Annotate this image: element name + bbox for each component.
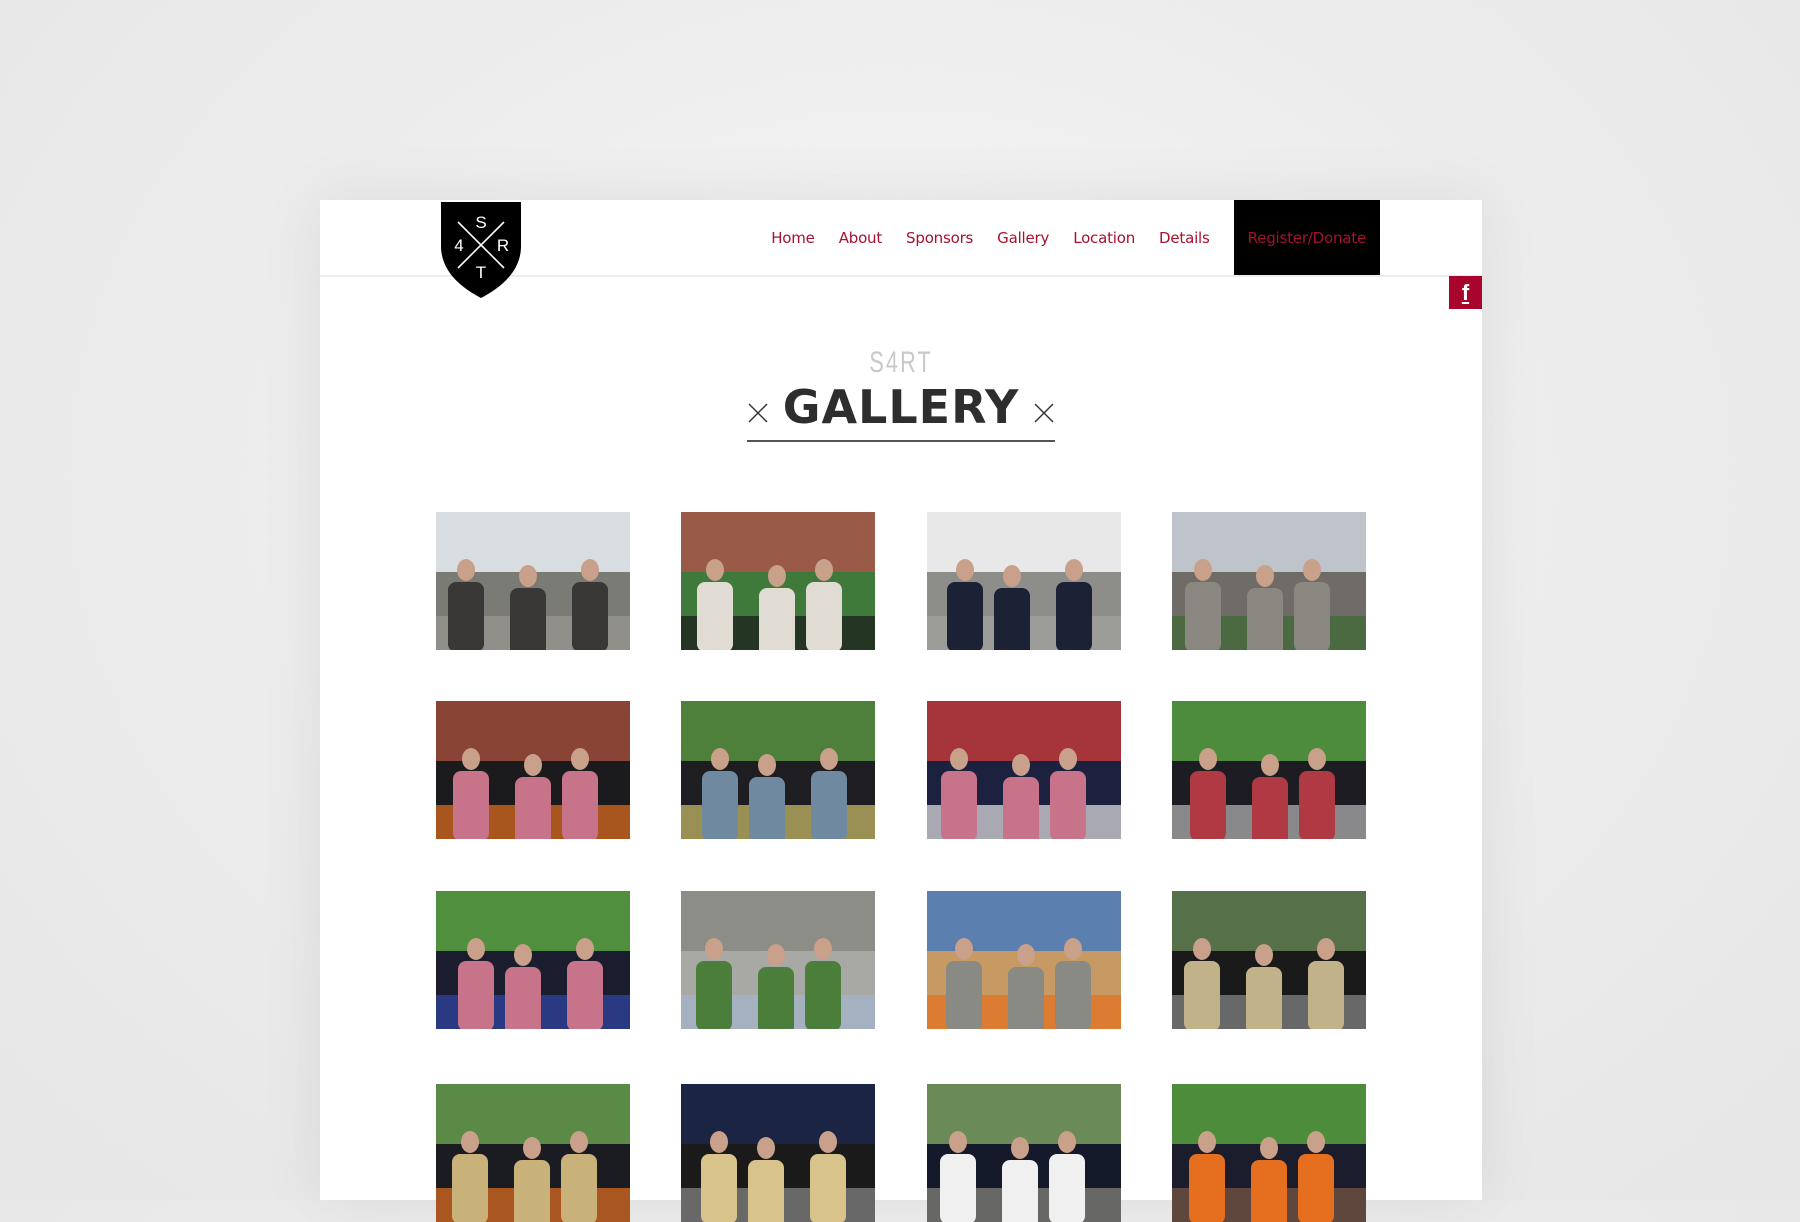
logo-letter-left: 4 — [454, 236, 463, 255]
cross-x-icon — [1034, 403, 1054, 423]
photo-image — [436, 891, 630, 1029]
facebook-button[interactable]: f — [1449, 276, 1482, 309]
site-header: S 4 R T Home About Sponsors Gallery Loca… — [320, 200, 1482, 298]
logo-letter-right: R — [497, 236, 509, 255]
gallery-photo[interactable] — [681, 701, 875, 839]
photo-image — [681, 512, 875, 650]
photo-image — [436, 1084, 630, 1222]
nav-sponsors[interactable]: Sponsors — [906, 229, 973, 247]
nav-home[interactable]: Home — [771, 229, 815, 247]
photo-image — [681, 891, 875, 1029]
gallery-photo[interactable] — [927, 1084, 1121, 1222]
photo-image — [927, 701, 1121, 839]
gallery-photo[interactable] — [927, 891, 1121, 1029]
photo-image — [436, 701, 630, 839]
gallery-title-block: S4RT GALLERY — [320, 348, 1482, 442]
gallery-photo[interactable] — [1172, 891, 1366, 1029]
gallery-photo[interactable] — [436, 1084, 630, 1222]
photo-image — [927, 1084, 1121, 1222]
photo-image — [1172, 891, 1366, 1029]
photo-image — [681, 701, 875, 839]
gallery-photo[interactable] — [1172, 1084, 1366, 1222]
photo-image — [1172, 701, 1366, 839]
photo-image — [681, 1084, 875, 1222]
main-nav: Home About Sponsors Gallery Location Det… — [771, 200, 1380, 275]
gallery-photo[interactable] — [436, 512, 630, 650]
site-logo[interactable]: S 4 R T — [440, 202, 522, 298]
nav-about[interactable]: About — [839, 229, 883, 247]
gallery-photo[interactable] — [1172, 512, 1366, 650]
crossed-shield-logo-icon: S 4 R T — [441, 202, 521, 298]
gallery-photo[interactable] — [436, 891, 630, 1029]
gallery-photo[interactable] — [927, 512, 1121, 650]
gallery-photo[interactable] — [1172, 701, 1366, 839]
photo-image — [927, 891, 1121, 1029]
register-donate-button[interactable]: Register/Donate — [1233, 200, 1380, 275]
photo-image — [1172, 512, 1366, 650]
page-title: GALLERY — [782, 380, 1020, 434]
gallery-photo[interactable] — [681, 891, 875, 1029]
photo-image — [927, 512, 1121, 650]
nav-location[interactable]: Location — [1073, 229, 1135, 247]
gallery-photo[interactable] — [681, 1084, 875, 1222]
logo-letter-bottom: T — [476, 263, 486, 282]
heading-row: GALLERY — [747, 380, 1055, 442]
section-kicker: S4RT — [869, 346, 933, 379]
gallery-photo[interactable] — [927, 701, 1121, 839]
gallery-photo[interactable] — [681, 512, 875, 650]
logo-letter-top: S — [475, 213, 486, 232]
gallery-photo[interactable] — [436, 701, 630, 839]
page-card: S 4 R T Home About Sponsors Gallery Loca… — [320, 200, 1482, 1222]
nav-details[interactable]: Details — [1159, 229, 1210, 247]
photo-image — [1172, 1084, 1366, 1222]
facebook-icon: f — [1461, 279, 1470, 305]
nav-gallery[interactable]: Gallery — [997, 229, 1049, 247]
photo-image — [436, 512, 630, 650]
